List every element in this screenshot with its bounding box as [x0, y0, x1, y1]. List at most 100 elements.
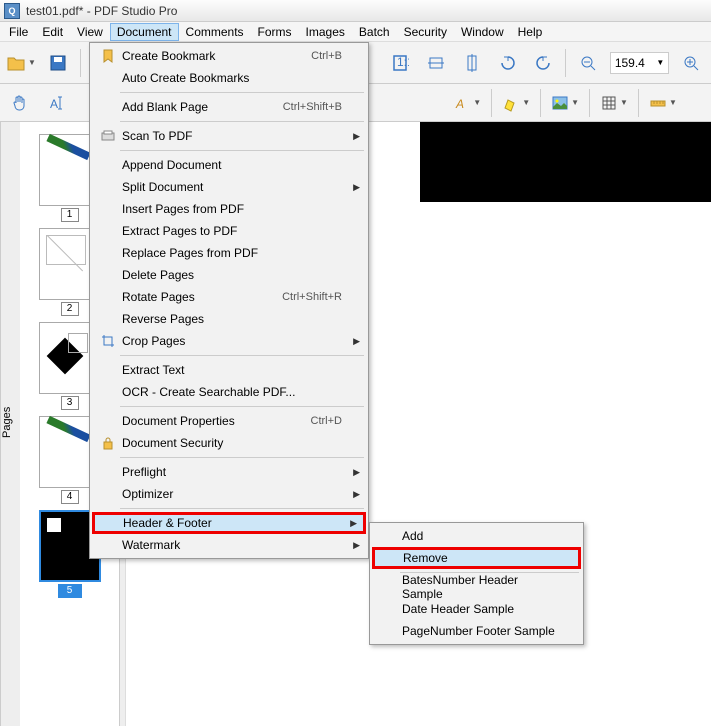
menu-security[interactable]: Security [397, 23, 454, 41]
menu-item-extract-text[interactable]: Extract Text [92, 359, 366, 381]
submenu-arrow-icon: ▶ [353, 540, 360, 551]
menu-item-label: Crop Pages [118, 334, 342, 348]
menu-item-header-footer[interactable]: Header & Footer ▶ [92, 512, 366, 534]
menu-item-label: Append Document [118, 158, 342, 172]
scanner-icon [98, 130, 118, 142]
menu-item-split-document[interactable]: Split Document ▶ [92, 176, 366, 198]
zoom-in-button[interactable] [677, 49, 705, 77]
save-button[interactable] [44, 49, 72, 77]
menu-shortcut: Ctrl+B [311, 50, 342, 62]
zoom-value: 159.4 [615, 56, 645, 70]
menu-item-label: Reverse Pages [118, 312, 342, 326]
titlebar: Q test01.pdf* - PDF Studio Pro [0, 0, 711, 22]
submenu-arrow-icon: ▶ [353, 489, 360, 500]
menu-item-add[interactable]: Add [372, 525, 581, 547]
menu-item-add-blank-page[interactable]: Add Blank PageCtrl+Shift+B [92, 96, 366, 118]
rotate-cw-button[interactable] [529, 49, 557, 77]
menu-item-label: Split Document [118, 180, 342, 194]
svg-text:A: A [50, 97, 58, 111]
menu-item-auto-create-bookmarks[interactable]: Auto Create Bookmarks [92, 67, 366, 89]
menu-item-label: Replace Pages from PDF [118, 246, 342, 260]
menu-item-reverse-pages[interactable]: Reverse Pages [92, 308, 366, 330]
menu-item-label: PageNumber Footer Sample [398, 624, 557, 638]
menu-help[interactable]: Help [511, 23, 550, 41]
menu-item-pagenumber-footer-sample[interactable]: PageNumber Footer Sample [372, 620, 581, 642]
menu-item-append-document[interactable]: Append Document [92, 154, 366, 176]
menu-item-label: Auto Create Bookmarks [118, 71, 342, 85]
fit-page-button[interactable]: 1:1 [387, 49, 415, 77]
header-footer-submenu: Add Remove BatesNumber Header SampleDate H… [369, 522, 584, 645]
submenu-arrow-icon: ▶ [353, 467, 360, 478]
lock-icon [98, 436, 118, 450]
menu-images[interactable]: Images [299, 23, 352, 41]
menu-item-label: Extract Text [118, 363, 342, 377]
bookmark-icon [98, 49, 118, 63]
menu-window[interactable]: Window [454, 23, 511, 41]
menu-item-watermark[interactable]: Watermark ▶ [92, 534, 366, 556]
open-button[interactable]: ▼ [6, 53, 36, 73]
menu-item-date-header-sample[interactable]: Date Header Sample [372, 598, 581, 620]
menu-item-label: Insert Pages from PDF [118, 202, 342, 216]
thumbnail-number: 3 [61, 396, 79, 410]
menu-document[interactable]: Document [110, 23, 179, 41]
menu-shortcut: Ctrl+Shift+R [282, 291, 342, 303]
thumbnail-number: 2 [61, 302, 79, 316]
menu-item-crop-pages[interactable]: Crop Pages ▶ [92, 330, 366, 352]
rotate-ccw-button[interactable] [494, 49, 522, 77]
menu-item-label: Header & Footer [119, 516, 340, 530]
submenu-arrow-icon: ▶ [353, 336, 360, 347]
menu-item-label: BatesNumber Header Sample [398, 573, 557, 601]
menu-item-ocr-create-searchable-pdf-[interactable]: OCR - Create Searchable PDF... [92, 381, 366, 403]
menu-item-label: Add [398, 529, 557, 543]
fit-width-button[interactable] [422, 49, 450, 77]
menubar: FileEditViewDocumentCommentsFormsImagesB… [0, 22, 711, 42]
menu-item-label: Document Security [118, 436, 342, 450]
text-annot-button[interactable]: A▼ [453, 94, 481, 112]
menu-item-label: Add Blank Page [118, 100, 263, 114]
menu-item-label: Preflight [118, 465, 342, 479]
zoom-out-button[interactable] [574, 49, 602, 77]
menu-item-extract-pages-to-pdf[interactable]: Extract Pages to PDF [92, 220, 366, 242]
zoom-input[interactable]: 159.4▼ [610, 52, 669, 74]
hand-tool-button[interactable] [6, 89, 34, 117]
submenu-arrow-icon: ▶ [350, 518, 357, 529]
fit-height-button[interactable] [458, 49, 486, 77]
menu-item-rotate-pages[interactable]: Rotate Pages Ctrl+Shift+R [92, 286, 366, 308]
menu-item-label: Rotate Pages [118, 290, 262, 304]
submenu-arrow-icon: ▶ [353, 182, 360, 193]
menu-item-label: Extract Pages to PDF [118, 224, 342, 238]
menu-item-delete-pages[interactable]: Delete Pages [92, 264, 366, 286]
grid-button[interactable]: ▼ [600, 94, 628, 112]
menu-item-batesnumber-header-sample[interactable]: BatesNumber Header Sample [372, 576, 581, 598]
menu-item-label: OCR - Create Searchable PDF... [118, 385, 342, 399]
text-select-button[interactable]: A [44, 89, 72, 117]
ruler-button[interactable]: ▼ [649, 94, 677, 112]
menu-item-insert-pages-from-pdf[interactable]: Insert Pages from PDF [92, 198, 366, 220]
pages-panel-tab[interactable]: Pages [0, 122, 20, 726]
menu-item-optimizer[interactable]: Optimizer ▶ [92, 483, 366, 505]
menu-edit[interactable]: Edit [35, 23, 70, 41]
menu-comments[interactable]: Comments [179, 23, 251, 41]
menu-item-remove[interactable]: Remove [372, 547, 581, 569]
image-button[interactable]: ▼ [551, 94, 579, 112]
menu-item-label: Document Properties [118, 414, 291, 428]
menu-forms[interactable]: Forms [251, 23, 299, 41]
menu-item-replace-pages-from-pdf[interactable]: Replace Pages from PDF [92, 242, 366, 264]
highlight-button[interactable]: ▼ [502, 94, 530, 112]
menu-item-document-security[interactable]: Document Security [92, 432, 366, 454]
document-menu: Create Bookmark Ctrl+B Auto Create Bookmar… [89, 42, 369, 559]
menu-item-label: Create Bookmark [118, 49, 291, 63]
menu-item-label: Delete Pages [118, 268, 342, 282]
menu-item-label: Remove [399, 551, 555, 565]
menu-item-create-bookmark[interactable]: Create Bookmark Ctrl+B [92, 45, 366, 67]
menu-item-preflight[interactable]: Preflight ▶ [92, 461, 366, 483]
menu-item-document-properties[interactable]: Document PropertiesCtrl+D [92, 410, 366, 432]
menu-view[interactable]: View [70, 23, 110, 41]
menu-item-label: Scan To PDF [118, 129, 342, 143]
menu-batch[interactable]: Batch [352, 23, 397, 41]
menu-item-label: Watermark [118, 538, 342, 552]
menu-item-scan-to-pdf[interactable]: Scan To PDF▶ [92, 125, 366, 147]
menu-item-label: Optimizer [118, 487, 342, 501]
menu-file[interactable]: File [2, 23, 35, 41]
svg-text:A: A [455, 97, 464, 111]
